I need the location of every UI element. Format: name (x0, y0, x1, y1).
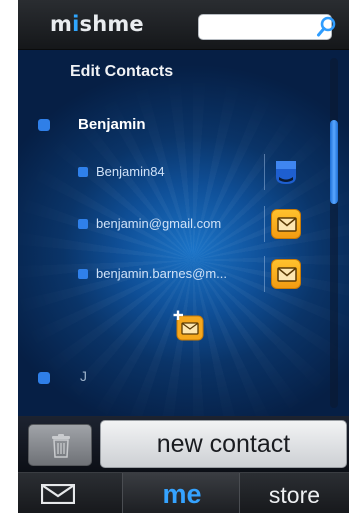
mail-button[interactable] (271, 209, 301, 239)
tab-store-label: store (268, 482, 321, 508)
detail-email: benjamin@gmail.com (96, 216, 222, 231)
mail-icon (41, 484, 75, 504)
contact-detail-row[interactable]: benjamin@gmail.com (18, 206, 318, 242)
new-contact-button[interactable]: new contact (100, 420, 347, 468)
delete-button[interactable] (28, 424, 92, 466)
detail-email: benjamin.barnes@m... (96, 266, 227, 281)
tab-mail[interactable] (18, 473, 122, 513)
app-logo: mishme (50, 12, 144, 36)
divider (264, 154, 265, 190)
app-screen: mishme Edit Contacts Benjamin Benjamin84 (18, 0, 349, 513)
add-email-button[interactable] (173, 310, 207, 344)
action-bar: new contact (18, 416, 349, 472)
search-input[interactable] (198, 14, 332, 40)
im-icon (276, 161, 296, 184)
scrollbar-track[interactable] (330, 58, 338, 408)
divider (264, 256, 265, 292)
im-button[interactable] (271, 157, 301, 187)
contact-name[interactable]: J (80, 368, 87, 384)
tab-me-label: me (162, 479, 202, 509)
mail-button[interactable] (271, 259, 301, 289)
contact-name[interactable]: Benjamin (78, 116, 146, 133)
detail-im-handle: Benjamin84 (96, 164, 165, 179)
trash-icon (52, 434, 70, 458)
detail-bullet (78, 269, 88, 279)
detail-bullet (78, 167, 88, 177)
top-bar: mishme (18, 0, 349, 50)
scrollbar-thumb[interactable] (330, 120, 338, 204)
logo-text-m: m (50, 12, 73, 36)
divider (264, 206, 265, 242)
edit-contacts-panel: Edit Contacts Benjamin Benjamin84 benjam… (18, 50, 349, 416)
logo-text-rest: shme (79, 12, 144, 36)
detail-bullet (78, 219, 88, 229)
contact-bullet (38, 372, 50, 384)
logo-text-i: i (72, 12, 80, 36)
mail-icon (277, 217, 297, 232)
tab-store[interactable]: store (240, 473, 349, 513)
page-title: Edit Contacts (70, 63, 174, 80)
tab-me[interactable]: me (122, 473, 240, 513)
mail-icon (277, 267, 297, 282)
contact-bullet (38, 119, 50, 131)
tab-bar: me store (18, 472, 349, 513)
contact-detail-row[interactable]: benjamin.barnes@m... (18, 256, 318, 292)
contact-detail-row[interactable]: Benjamin84 (18, 154, 318, 190)
search-icon[interactable] (316, 16, 338, 38)
